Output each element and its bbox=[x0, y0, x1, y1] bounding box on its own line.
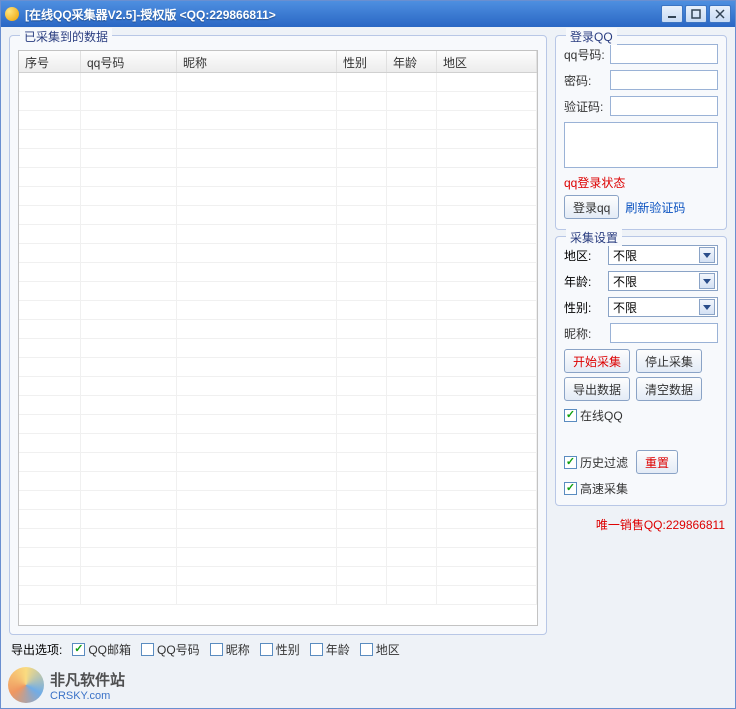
export-age-checkbox[interactable]: 年龄 bbox=[310, 641, 350, 658]
table-row bbox=[19, 282, 537, 301]
age-label: 年龄: bbox=[564, 273, 604, 290]
col-index[interactable]: 序号 bbox=[19, 51, 81, 72]
table-row bbox=[19, 491, 537, 510]
table-row bbox=[19, 434, 537, 453]
history-filter-checkbox[interactable]: 历史过滤 bbox=[564, 454, 628, 471]
table-row bbox=[19, 320, 537, 339]
captcha-label: 验证码: bbox=[564, 98, 606, 115]
table-row bbox=[19, 510, 537, 529]
export-gender-checkbox[interactable]: 性别 bbox=[260, 641, 300, 658]
table-row bbox=[19, 358, 537, 377]
table-row bbox=[19, 548, 537, 567]
collected-data-group: 已采集到的数据 序号 qq号码 昵称 性别 年龄 地区 document.wri… bbox=[9, 35, 547, 635]
table-row bbox=[19, 396, 537, 415]
col-region[interactable]: 地区 bbox=[437, 51, 537, 72]
table-row bbox=[19, 472, 537, 491]
minimize-button[interactable] bbox=[661, 5, 683, 23]
captcha-input[interactable] bbox=[610, 96, 718, 116]
export-options-row: 导出选项: QQ邮箱 QQ号码 昵称 性别 年龄 地区 bbox=[9, 635, 547, 658]
close-button[interactable] bbox=[709, 5, 731, 23]
table-row bbox=[19, 567, 537, 586]
login-group: 登录QQ qq号码: 密码: 验证码: qq登录状态 登录qq 刷新验证码 bbox=[555, 35, 727, 230]
table-row bbox=[19, 130, 537, 149]
chevron-down-icon bbox=[699, 299, 715, 315]
reset-button[interactable]: 重置 bbox=[636, 450, 678, 474]
chevron-down-icon bbox=[699, 247, 715, 263]
table-header: 序号 qq号码 昵称 性别 年龄 地区 bbox=[19, 51, 537, 73]
client-area: 已采集到的数据 序号 qq号码 昵称 性别 年龄 地区 document.wri… bbox=[1, 27, 735, 708]
gender-label: 性别: bbox=[564, 299, 604, 316]
table-row bbox=[19, 225, 537, 244]
data-table[interactable]: 序号 qq号码 昵称 性别 年龄 地区 document.write(Array… bbox=[18, 50, 538, 626]
table-row bbox=[19, 339, 537, 358]
table-row bbox=[19, 149, 537, 168]
col-qq[interactable]: qq号码 bbox=[81, 51, 177, 72]
export-label: 导出选项: bbox=[11, 641, 62, 658]
export-region-checkbox[interactable]: 地区 bbox=[360, 641, 400, 658]
table-row bbox=[19, 529, 537, 548]
table-row bbox=[19, 73, 537, 92]
col-age[interactable]: 年龄 bbox=[387, 51, 437, 72]
table-row bbox=[19, 586, 537, 605]
nick-label: 昵称: bbox=[564, 325, 606, 342]
table-row bbox=[19, 377, 537, 396]
captcha-image[interactable] bbox=[564, 122, 718, 168]
table-row bbox=[19, 453, 537, 472]
app-icon bbox=[5, 7, 19, 21]
left-panel: 已采集到的数据 序号 qq号码 昵称 性别 年龄 地区 document.wri… bbox=[9, 35, 547, 700]
app-window: [在线QQ采集器V2.5]-授权版 <QQ:229866811> 已采集到的数据… bbox=[0, 0, 736, 709]
refresh-captcha-link[interactable]: 刷新验证码 bbox=[625, 199, 685, 216]
table-row bbox=[19, 206, 537, 225]
table-row bbox=[19, 168, 537, 187]
clear-data-button[interactable]: 清空数据 bbox=[636, 377, 702, 401]
col-nick[interactable]: 昵称 bbox=[177, 51, 337, 72]
table-row bbox=[19, 415, 537, 434]
table-body: document.write(Array.from({length:28}).m… bbox=[19, 73, 537, 625]
region-label: 地区: bbox=[564, 247, 604, 264]
login-legend: 登录QQ bbox=[566, 28, 617, 45]
table-row bbox=[19, 301, 537, 320]
fast-collect-checkbox[interactable]: 高速采集 bbox=[564, 480, 718, 497]
window-title: [在线QQ采集器V2.5]-授权版 <QQ:229866811> bbox=[25, 6, 659, 23]
stop-collect-button[interactable]: 停止采集 bbox=[636, 349, 702, 373]
region-select[interactable]: 不限 bbox=[608, 245, 718, 265]
age-select[interactable]: 不限 bbox=[608, 271, 718, 291]
nick-input[interactable] bbox=[610, 323, 718, 343]
table-row bbox=[19, 263, 537, 282]
login-button[interactable]: 登录qq bbox=[564, 195, 619, 219]
export-qq-number-checkbox[interactable]: QQ号码 bbox=[141, 641, 200, 658]
export-data-button[interactable]: 导出数据 bbox=[564, 377, 630, 401]
maximize-button[interactable] bbox=[685, 5, 707, 23]
qq-input[interactable] bbox=[610, 44, 718, 64]
export-nick-checkbox[interactable]: 昵称 bbox=[210, 641, 250, 658]
online-qq-checkbox[interactable]: 在线QQ bbox=[564, 407, 718, 424]
login-status: qq登录状态 bbox=[564, 174, 718, 191]
col-gender[interactable]: 性别 bbox=[337, 51, 387, 72]
titlebar: [在线QQ采集器V2.5]-授权版 <QQ:229866811> bbox=[1, 1, 735, 27]
export-qq-email-checkbox[interactable]: QQ邮箱 bbox=[72, 641, 131, 658]
table-row bbox=[19, 244, 537, 263]
table-row bbox=[19, 92, 537, 111]
pwd-label: 密码: bbox=[564, 72, 606, 89]
right-panel: 登录QQ qq号码: 密码: 验证码: qq登录状态 登录qq 刷新验证码 采集… bbox=[555, 35, 727, 700]
settings-legend: 采集设置 bbox=[566, 229, 622, 246]
table-row bbox=[19, 187, 537, 206]
collected-data-legend: 已采集到的数据 bbox=[20, 28, 112, 45]
chevron-down-icon bbox=[699, 273, 715, 289]
qq-label: qq号码: bbox=[564, 46, 606, 63]
start-collect-button[interactable]: 开始采集 bbox=[564, 349, 630, 373]
password-input[interactable] bbox=[610, 70, 718, 90]
settings-group: 采集设置 地区: 不限 年龄: 不限 性别: 不限 昵称: 开始采集 停止采集 … bbox=[555, 236, 727, 506]
sales-link[interactable]: 唯一销售QQ:229866811 bbox=[555, 512, 727, 533]
table-row bbox=[19, 111, 537, 130]
gender-select[interactable]: 不限 bbox=[608, 297, 718, 317]
